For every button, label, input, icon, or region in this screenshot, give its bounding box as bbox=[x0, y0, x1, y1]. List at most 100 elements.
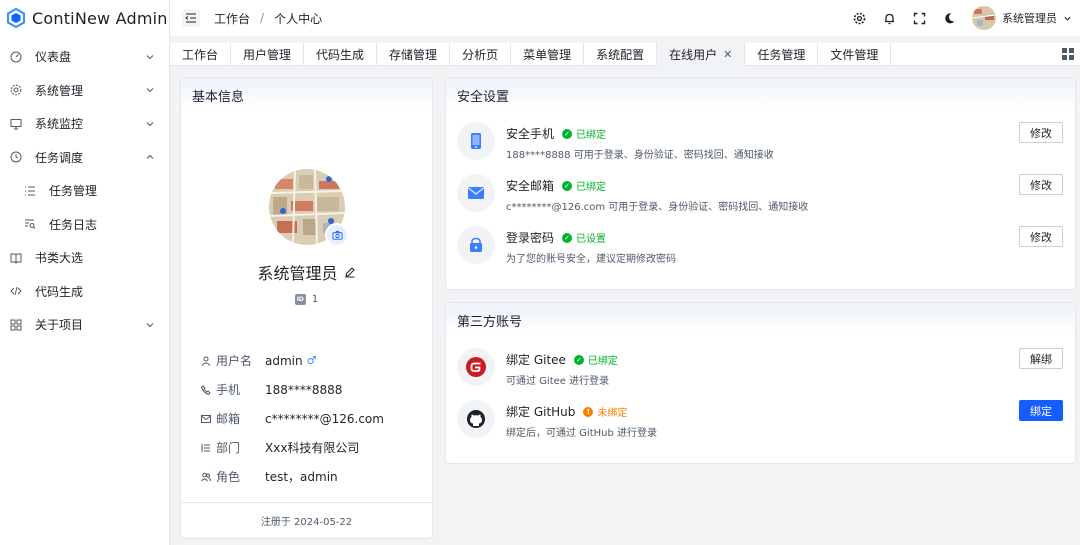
security-item-password: 登录密码 ✓ 已设置 为了您的账号安全，建议定期修改密码 修改 bbox=[457, 226, 1063, 266]
unbind-gitee-button[interactable]: 解绑 bbox=[1019, 348, 1063, 369]
user-menu[interactable]: 系统管理员 bbox=[972, 6, 1072, 30]
sidebar-item-codegen[interactable]: 代码生成 bbox=[0, 275, 169, 309]
status-badge: ✓ 已绑定 bbox=[573, 352, 618, 367]
info-value: 188****8888 bbox=[265, 382, 343, 397]
sidebar-item-label: 任务管理 bbox=[49, 184, 98, 199]
change-avatar-button[interactable] bbox=[325, 223, 349, 247]
status-badge: ! 未绑定 bbox=[583, 404, 627, 419]
logo-icon bbox=[7, 8, 25, 28]
breadcrumb-item[interactable]: 个人中心 bbox=[274, 10, 322, 27]
info-row-phone: 手机 188****8888 bbox=[201, 375, 384, 404]
sidebar-item-label: 任务日志 bbox=[49, 217, 98, 232]
tab-label: 菜单管理 bbox=[523, 48, 572, 62]
chevron-up-icon bbox=[146, 155, 154, 160]
clock-icon bbox=[10, 151, 22, 163]
tab-label: 代码生成 bbox=[316, 48, 365, 62]
avatar bbox=[972, 6, 996, 30]
sidebar-item-label: 系统管理 bbox=[35, 83, 84, 98]
tab-user-manage[interactable]: 用户管理 bbox=[231, 43, 305, 66]
app-logo[interactable]: ContiNew Admin bbox=[0, 0, 169, 36]
tab-label: 存储管理 bbox=[389, 48, 438, 62]
sidebar-item-label: 关于项目 bbox=[35, 318, 84, 333]
grid-icon[interactable] bbox=[1062, 48, 1074, 60]
card-title: 基本信息 bbox=[181, 78, 432, 112]
third-item-gitee: 绑定 Gitee ✓ 已绑定 可通过 Gitee 进行登录 解绑 bbox=[457, 348, 1063, 388]
app-root: ContiNew Admin 仪表盘 系统管理 系统监控 任务调度 任务管理 任… bbox=[0, 0, 1080, 545]
modify-email-button[interactable]: 修改 bbox=[1019, 174, 1063, 195]
info-row-dept: 部门 Xxx科技有限公司 bbox=[201, 433, 384, 462]
item-desc: 为了您的账号安全，建议定期修改密码 bbox=[506, 254, 676, 265]
lock-icon bbox=[457, 226, 495, 264]
tab-menu-manage[interactable]: 菜单管理 bbox=[511, 43, 585, 66]
log-search-icon bbox=[24, 218, 36, 230]
sidebar-item-label: 系统监控 bbox=[35, 117, 84, 132]
item-desc: 188****8888 可用于登录、身份验证、密码找回、通知接收 bbox=[506, 150, 774, 161]
check-icon: ✓ bbox=[562, 232, 573, 243]
nickname-row: 系统管理员 bbox=[181, 260, 432, 284]
theme-toggle-button[interactable] bbox=[934, 3, 964, 33]
dashboard-icon bbox=[10, 51, 22, 63]
sidebar-item-about[interactable]: 关于项目 bbox=[0, 308, 169, 342]
tab-label: 任务管理 bbox=[757, 48, 806, 62]
security-item-email: 安全邮箱 ✓ 已绑定 c********@126.com 可用于登录、身份验证、密… bbox=[457, 174, 1063, 214]
tab-label: 用户管理 bbox=[243, 48, 292, 62]
card-title: 第三方账号 bbox=[446, 303, 1075, 337]
item-desc: c********@126.com 可用于登录、身份验证、密码找回、通知接收 bbox=[506, 202, 809, 213]
tab-analysis[interactable]: 分析页 bbox=[450, 43, 512, 66]
code-icon bbox=[10, 285, 22, 297]
chevron-down-icon bbox=[146, 54, 154, 59]
apps-icon bbox=[10, 319, 22, 331]
sidebar-item-dashboard[interactable]: 仪表盘 bbox=[0, 40, 169, 74]
gitee-icon bbox=[457, 348, 495, 386]
tab-sys-config[interactable]: 系统配置 bbox=[584, 43, 658, 66]
department-icon bbox=[201, 443, 211, 453]
menu-collapse-button[interactable] bbox=[182, 9, 200, 27]
edit-icon[interactable] bbox=[344, 266, 356, 278]
status-text: 未绑定 bbox=[597, 408, 628, 419]
status-badge: ✓ 已绑定 bbox=[562, 126, 606, 141]
info-label: 部门 bbox=[216, 441, 241, 455]
tab-codegen[interactable]: 代码生成 bbox=[304, 43, 378, 66]
sidebar-item-task-log[interactable]: 任务日志 bbox=[0, 208, 169, 242]
card-title: 安全设置 bbox=[446, 78, 1075, 112]
app-title: ContiNew Admin bbox=[32, 8, 168, 28]
sidebar-item-label: 书类大选 bbox=[35, 251, 84, 266]
register-date: 注册于 2024-05-22 bbox=[181, 502, 432, 538]
tab-label: 分析页 bbox=[462, 48, 499, 62]
close-icon[interactable]: ✕ bbox=[723, 48, 732, 61]
tab-storage[interactable]: 存储管理 bbox=[377, 43, 451, 66]
info-value: test，admin bbox=[265, 470, 338, 484]
tab-file-manage[interactable]: 文件管理 bbox=[818, 43, 892, 66]
sidebar-item-system[interactable]: 系统管理 bbox=[0, 74, 169, 108]
item-title: 安全手机 bbox=[506, 127, 555, 141]
item-title: 登录密码 bbox=[506, 231, 555, 245]
fullscreen-button[interactable] bbox=[904, 3, 934, 33]
notification-button[interactable] bbox=[874, 3, 904, 33]
book-icon bbox=[10, 252, 22, 264]
status-text: 已绑定 bbox=[576, 182, 607, 193]
status-text: 已设置 bbox=[576, 234, 607, 245]
sidebar-item-monitor[interactable]: 系统监控 bbox=[0, 107, 169, 141]
item-title: 安全邮箱 bbox=[506, 179, 555, 193]
item-title: 绑定 GitHub bbox=[506, 405, 576, 419]
breadcrumb-item[interactable]: 工作台 bbox=[214, 10, 250, 27]
sidebar-item-schedule[interactable]: 任务调度 bbox=[0, 141, 169, 175]
settings-button[interactable] bbox=[844, 3, 874, 33]
breadcrumb-separator: / bbox=[260, 11, 265, 25]
header-tools: 系统管理员 bbox=[844, 0, 1072, 36]
tab-task-manage[interactable]: 任务管理 bbox=[745, 43, 819, 66]
basic-info-card: 基本信息 系统管理员 ID 1 用户名 admin ♂ 手机 188****88… bbox=[180, 77, 433, 539]
modify-password-button[interactable]: 修改 bbox=[1019, 226, 1063, 247]
check-icon: ✓ bbox=[573, 354, 584, 365]
tab-bar: 工作台 用户管理 代码生成 存储管理 分析页 菜单管理 系统配置 在线用户 ✕ … bbox=[170, 43, 1080, 66]
sidebar-item-books[interactable]: 书类大选 bbox=[0, 241, 169, 275]
info-value: admin bbox=[265, 353, 303, 368]
tab-workbench[interactable]: 工作台 bbox=[170, 43, 232, 66]
gear-icon bbox=[853, 12, 865, 24]
monitor-icon bbox=[10, 118, 22, 130]
tab-online-users[interactable]: 在线用户 ✕ bbox=[657, 43, 746, 66]
bind-github-button[interactable]: 绑定 bbox=[1019, 400, 1063, 421]
modify-phone-button[interactable]: 修改 bbox=[1019, 122, 1063, 143]
sidebar-item-task-manage[interactable]: 任务管理 bbox=[0, 174, 169, 208]
breadcrumb: 工作台 / 个人中心 bbox=[214, 10, 322, 27]
